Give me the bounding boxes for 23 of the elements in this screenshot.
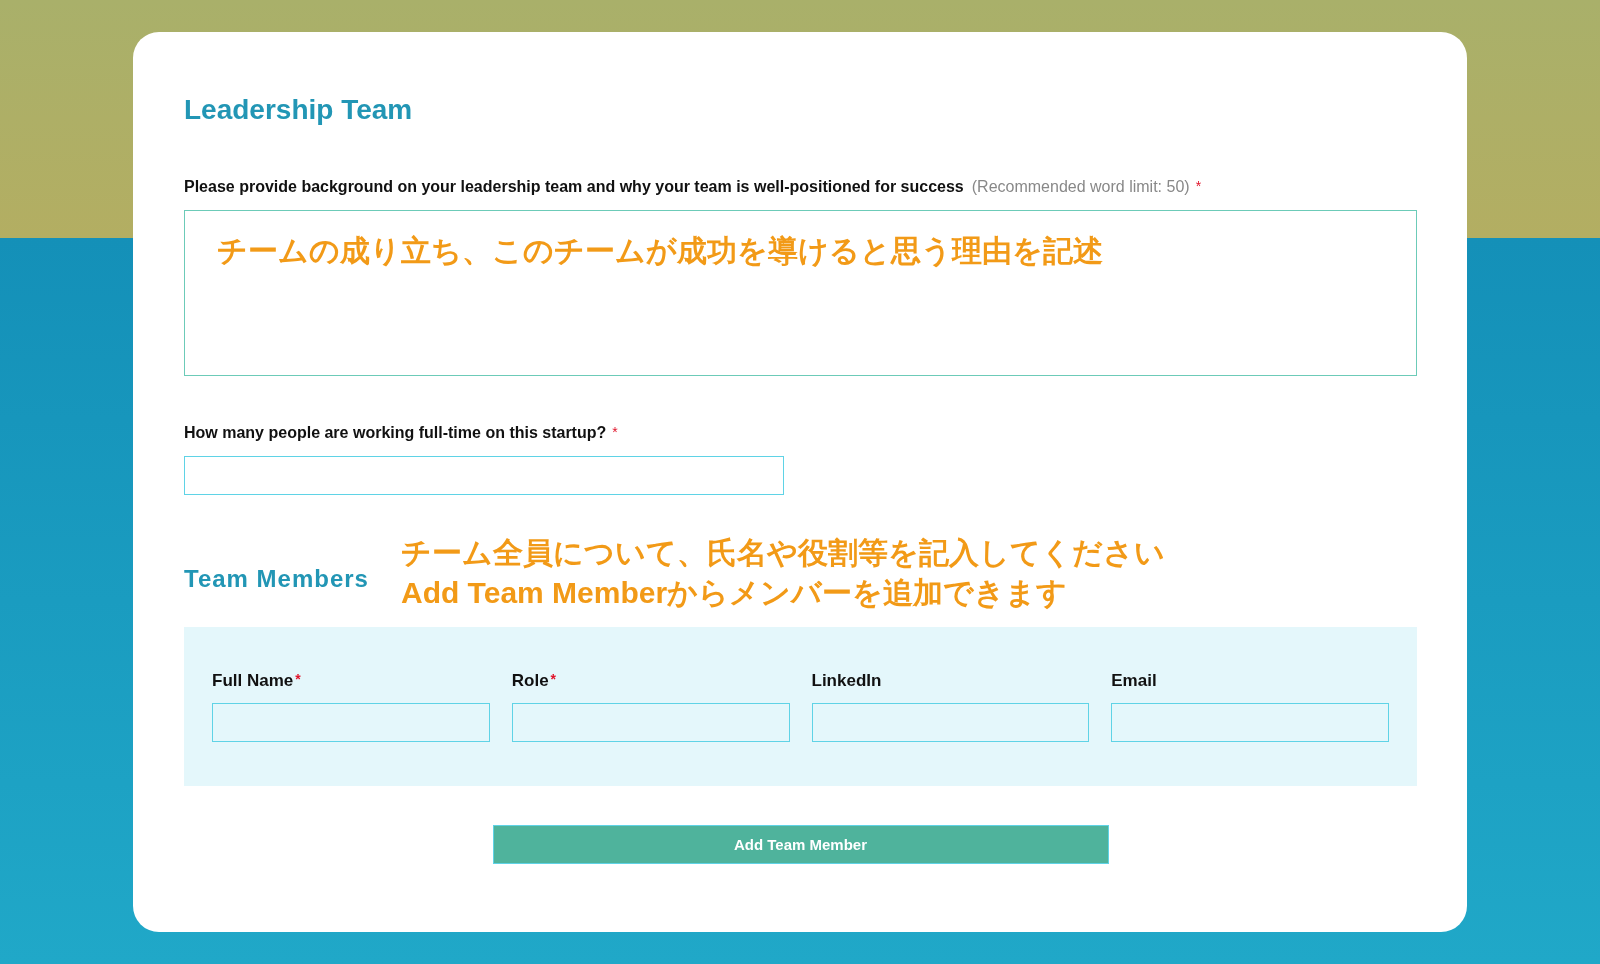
field-label: Role (511, 671, 549, 691)
word-limit-hint: (Recommended word limit: 50) (971, 178, 1190, 196)
input-field[interactable] (1111, 703, 1389, 742)
annotation-text: チームの成り立ち、このチームが成功を導けると思う理由を記述 (217, 233, 1103, 269)
input-field[interactable] (212, 703, 490, 742)
add-member-button[interactable]: Add Team Member (492, 825, 1109, 864)
required-asterisk: * (1195, 178, 1202, 194)
input-field[interactable] (184, 456, 784, 495)
annotation-text: Add Team Memberからメンバーを追加できます (400, 575, 1069, 611)
field-label: Email (1111, 671, 1157, 691)
section-title: Leadership Team (184, 94, 413, 126)
input-field[interactable] (811, 703, 1090, 742)
required-asterisk: * (295, 671, 301, 687)
subsection-title: Team Members (184, 565, 369, 593)
annotation-text: チーム全員について、氏名や役割等を記入してください (400, 535, 1165, 571)
question-label: How many people are working full-time on this startup? (184, 424, 607, 442)
textarea-field[interactable]: チームの成り立ち、このチームが成功を導けると思う理由を記述 (184, 210, 1417, 376)
question-label: Please provide background on your leadership team and why your team is well-positioned for success (184, 178, 964, 196)
field-label: LinkedIn (811, 671, 882, 691)
input-field[interactable] (511, 703, 790, 742)
required-asterisk: * (550, 671, 557, 687)
required-asterisk: * (612, 424, 618, 440)
field-label: Full Name (212, 671, 294, 691)
